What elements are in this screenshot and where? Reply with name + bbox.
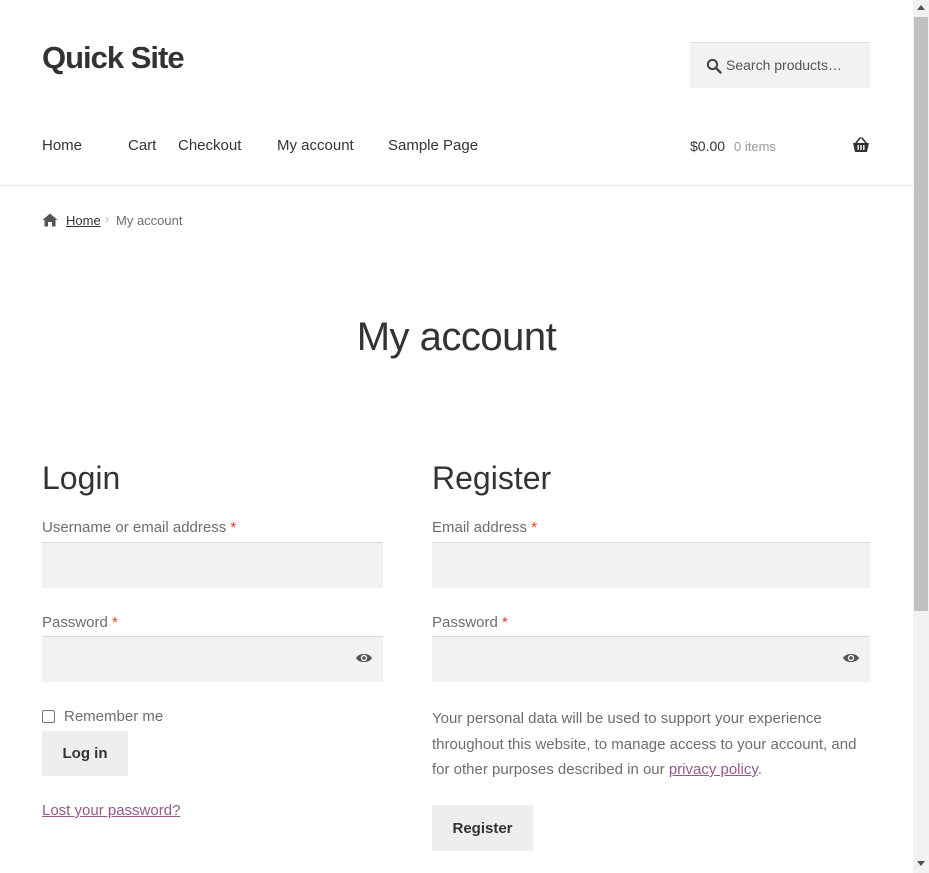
username-label-text: Username or email address <box>42 519 227 536</box>
lost-password-link[interactable]: Lost your password? <box>42 802 180 819</box>
required-mark: * <box>531 519 538 536</box>
privacy-notice: Your personal data will be used to suppo… <box>432 706 872 783</box>
eye-icon[interactable] <box>355 651 373 665</box>
remember-me-label[interactable]: Remember me <box>64 708 163 725</box>
nav-item-cart[interactable]: Cart <box>128 137 156 154</box>
remember-me-checkbox[interactable] <box>42 710 55 723</box>
email-field[interactable] <box>432 542 870 588</box>
login-password-label-text: Password <box>42 614 108 631</box>
search-input[interactable] <box>726 43 864 87</box>
register-password-label-text: Password <box>432 614 498 631</box>
register-password-label: Password * <box>432 614 508 631</box>
page-title: My account <box>356 315 557 359</box>
scroll-down-arrow-icon[interactable] <box>917 861 925 866</box>
header-divider <box>0 185 913 186</box>
cart-amount: $0.00 <box>690 138 726 154</box>
scrollbar-thumb[interactable] <box>914 17 928 611</box>
login-password-label: Password * <box>42 614 118 631</box>
login-password-field[interactable] <box>42 636 383 682</box>
privacy-policy-link[interactable]: privacy policy <box>669 761 758 778</box>
breadcrumb-separator: › <box>105 212 109 226</box>
email-label-text: Email address <box>432 519 528 536</box>
eye-icon[interactable] <box>842 651 860 665</box>
register-title: Register <box>432 460 552 496</box>
home-icon <box>42 213 58 227</box>
breadcrumb-home-link[interactable]: Home <box>66 213 101 228</box>
site-title[interactable]: Quick Site <box>42 40 185 76</box>
required-mark: * <box>230 519 237 536</box>
username-field[interactable] <box>42 542 383 588</box>
page: Quick Site Home Cart Checkout My account… <box>0 0 913 873</box>
privacy-text: Your personal data will be used to suppo… <box>432 710 857 778</box>
login-title: Login <box>42 460 121 496</box>
search-box[interactable] <box>690 42 870 88</box>
scroll-up-arrow-icon[interactable] <box>917 5 925 10</box>
breadcrumb-current: My account <box>116 213 183 228</box>
register-password-input[interactable] <box>432 637 870 682</box>
email-label: Email address * <box>432 519 537 536</box>
required-mark: * <box>502 614 508 631</box>
required-mark: * <box>112 614 118 631</box>
nav-item-checkout[interactable]: Checkout <box>178 137 241 154</box>
basket-icon <box>853 137 869 152</box>
register-password-field[interactable] <box>432 636 870 682</box>
nav-item-my-account[interactable]: My account <box>277 137 354 154</box>
username-input[interactable] <box>42 543 383 588</box>
register-button[interactable]: Register <box>432 805 533 851</box>
nav-item-home[interactable]: Home <box>42 137 82 154</box>
search-icon <box>706 58 722 74</box>
login-button[interactable]: Log in <box>42 731 128 776</box>
login-password-input[interactable] <box>42 637 383 682</box>
header-cart[interactable]: $0.00 0 items <box>690 137 870 157</box>
cart-count: 0 items <box>734 139 776 154</box>
privacy-text-end: . <box>757 761 762 778</box>
username-label: Username or email address * <box>42 519 236 536</box>
vertical-scrollbar[interactable] <box>913 0 929 873</box>
email-input[interactable] <box>432 543 870 588</box>
nav-item-sample-page[interactable]: Sample Page <box>388 137 478 154</box>
